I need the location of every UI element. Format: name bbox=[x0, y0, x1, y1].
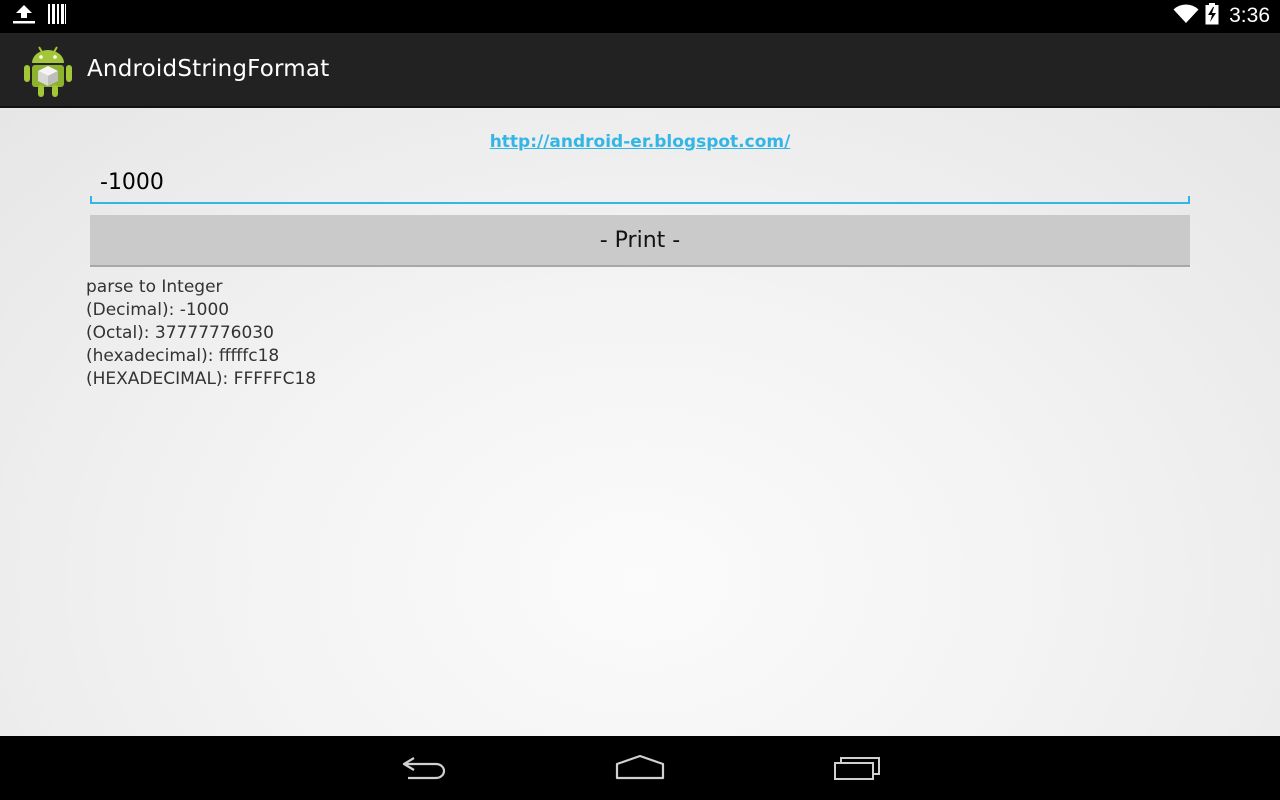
status-notifications bbox=[12, 4, 66, 28]
back-icon[interactable] bbox=[394, 750, 454, 786]
status-system: 3:36 bbox=[1173, 3, 1270, 29]
blog-link[interactable]: http://android-er.blogspot.com/ bbox=[0, 132, 1280, 152]
barcode-icon bbox=[48, 4, 66, 28]
input-underline bbox=[90, 202, 1190, 204]
navigation-bar bbox=[0, 736, 1280, 800]
home-icon[interactable] bbox=[610, 750, 670, 786]
input-underline-tick-right bbox=[1188, 196, 1190, 204]
print-button[interactable]: - Print - bbox=[90, 215, 1190, 267]
main-content: http://android-er.blogspot.com/ -1000 - … bbox=[0, 108, 1280, 736]
output-line: (Decimal): -1000 bbox=[86, 300, 230, 320]
action-bar: AndroidStringFormat bbox=[0, 33, 1280, 108]
status-bar: 3:36 bbox=[0, 0, 1280, 33]
output-line: (Octal): 37777776030 bbox=[86, 323, 274, 343]
output-line: parse to Integer bbox=[86, 277, 223, 297]
number-input-value[interactable]: -1000 bbox=[100, 170, 164, 195]
recent-apps-icon[interactable] bbox=[827, 750, 887, 786]
output-line: (HEXADECIMAL): FFFFFC18 bbox=[86, 369, 317, 389]
android-app-icon[interactable] bbox=[22, 41, 74, 99]
upload-icon bbox=[12, 4, 36, 28]
wifi-icon bbox=[1173, 3, 1199, 29]
input-underline-tick-left bbox=[90, 196, 92, 204]
output-text: parse to Integer (Decimal): -1000 (Octal… bbox=[86, 276, 316, 391]
status-clock: 3:36 bbox=[1229, 4, 1270, 27]
output-line: (hexadecimal): fffffc18 bbox=[86, 346, 280, 366]
number-input[interactable]: -1000 bbox=[90, 162, 1190, 204]
battery-charging-icon bbox=[1205, 3, 1219, 29]
app-title: AndroidStringFormat bbox=[87, 56, 330, 82]
